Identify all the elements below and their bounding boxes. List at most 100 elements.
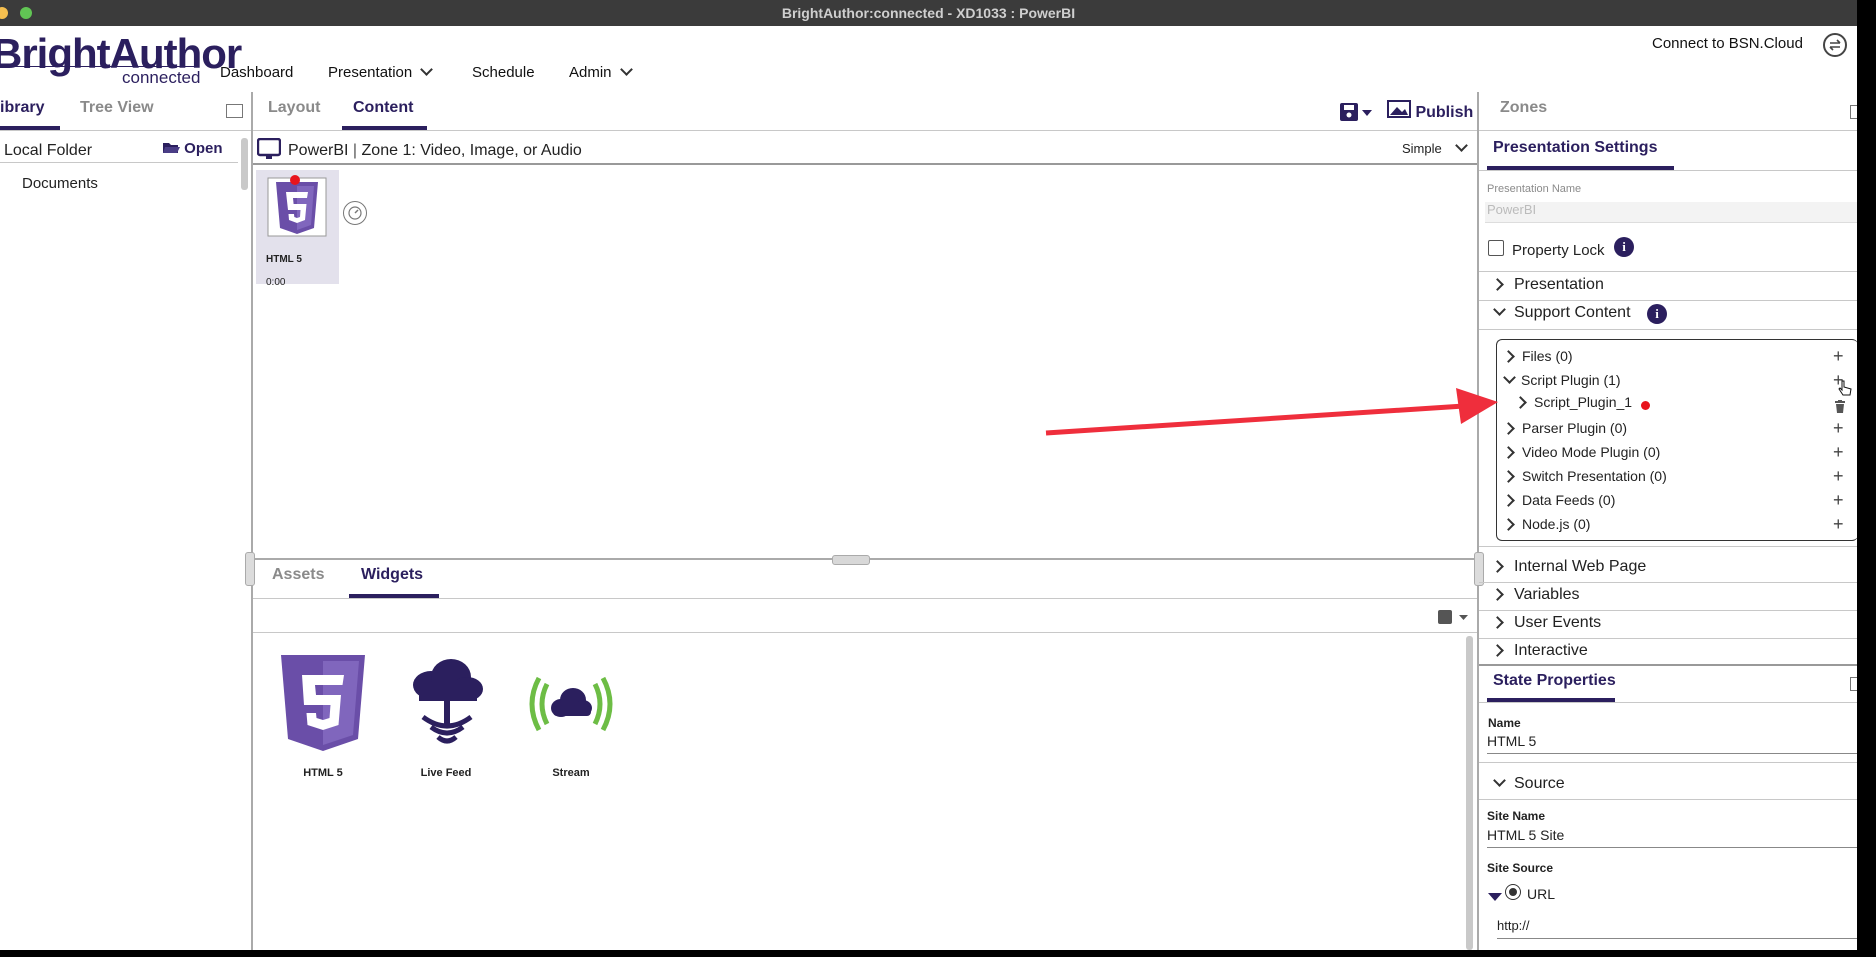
zoom-window-button[interactable] <box>20 7 32 19</box>
chevron-down-icon <box>420 63 434 76</box>
caret-down-icon[interactable] <box>1488 893 1502 901</box>
widget-live-feed[interactable]: Live Feed <box>401 655 491 781</box>
section-internal-web-page[interactable]: Internal Web Page <box>1491 558 1646 576</box>
connection-icon[interactable] <box>1823 33 1847 57</box>
state-tile-html5[interactable]: HTML 5 0:00 <box>256 170 339 288</box>
url-field[interactable]: http:// <box>1497 918 1857 939</box>
section-variables[interactable]: Variables <box>1491 586 1580 604</box>
add-data-feed-button[interactable]: + <box>1833 491 1844 509</box>
support-item-switch-presentation[interactable]: Switch Presentation (0) <box>1502 468 1667 484</box>
tab-library[interactable]: ibrary <box>0 99 44 117</box>
tab-widgets[interactable]: Widgets <box>361 566 423 584</box>
nav-presentation[interactable]: Presentation <box>328 63 434 81</box>
left-panel-divider <box>251 92 253 950</box>
add-file-button[interactable]: + <box>1833 347 1844 365</box>
site-source-label: Site Source <box>1487 861 1554 875</box>
trash-icon[interactable] <box>1834 400 1846 419</box>
view-mode-select[interactable]: Simple <box>1402 139 1469 156</box>
site-name-label: Site Name <box>1487 809 1546 823</box>
scrollbar[interactable] <box>241 138 248 190</box>
widget-stream[interactable]: Stream <box>521 660 621 781</box>
section-divider <box>1479 582 1857 583</box>
property-lock-label: Property Lock <box>1512 242 1605 259</box>
presentation-settings-title: Presentation Settings <box>1493 139 1658 156</box>
section-user-events[interactable]: User Events <box>1491 614 1601 632</box>
view-toggle-icon[interactable] <box>1437 609 1469 630</box>
section-interactive[interactable]: Interactive <box>1491 642 1588 660</box>
header-divider <box>0 130 1857 131</box>
section-divider <box>1479 610 1857 611</box>
tab-layout[interactable]: Layout <box>268 99 320 117</box>
publish-icon <box>1387 100 1411 118</box>
left-resize-handle[interactable] <box>245 552 255 586</box>
info-icon[interactable]: i <box>1647 304 1667 324</box>
zone-header-divider <box>253 163 1477 165</box>
chevron-down-icon <box>1455 139 1469 152</box>
nav-schedule[interactable]: Schedule <box>472 64 535 81</box>
right-panel-divider <box>1477 92 1479 950</box>
support-item-data-feeds[interactable]: Data Feeds (0) <box>1502 492 1615 508</box>
widgets-scrollbar[interactable] <box>1466 636 1473 950</box>
html5-icon <box>281 655 365 751</box>
url-radio-label: URL <box>1527 886 1556 902</box>
url-radio[interactable] <box>1505 884 1521 900</box>
collapse-panel-icon[interactable] <box>226 104 243 118</box>
state-name-field[interactable]: HTML 5 <box>1487 733 1857 754</box>
window-title: BrightAuthor:connected - XD1033 : PowerB… <box>781 5 1076 21</box>
widget-html5[interactable]: HTML 5 <box>278 653 368 781</box>
tab-zones[interactable]: Zones <box>1500 99 1547 117</box>
status-dot <box>290 175 300 185</box>
tab-tree-view[interactable]: Tree View <box>80 99 154 117</box>
widget-label: HTML 5 <box>303 767 343 779</box>
settings-divider <box>1479 170 1857 171</box>
panel-toggle-icon[interactable] <box>1850 105 1857 119</box>
support-item-video-mode-plugin[interactable]: Video Mode Plugin (0) <box>1502 444 1660 460</box>
right-resize-handle[interactable] <box>1474 552 1484 586</box>
add-switch-presentation-button[interactable]: + <box>1833 467 1844 485</box>
widgets-header-divider <box>253 598 1477 599</box>
connect-bsn-button[interactable]: Connect to BSN.Cloud <box>1652 35 1803 52</box>
app-window: BrightAuthor:connected - XD1033 : PowerB… <box>0 0 1857 950</box>
folder-divider <box>0 162 238 163</box>
add-nodejs-button[interactable]: + <box>1833 515 1844 533</box>
timer-icon[interactable] <box>343 201 367 225</box>
chevron-right-icon <box>1491 588 1504 601</box>
support-item-files[interactable]: Files (0) <box>1502 348 1573 364</box>
section-source[interactable]: Source <box>1493 774 1565 793</box>
support-item-nodejs[interactable]: Node.js (0) <box>1502 516 1590 532</box>
stream-icon <box>529 676 613 732</box>
publish-button[interactable]: Publish <box>1387 100 1473 122</box>
support-item-script-plugin[interactable]: Script Plugin (1) <box>1503 371 1621 388</box>
site-name-field[interactable]: HTML 5 Site <box>1487 827 1857 848</box>
nav-dashboard[interactable]: Dashboard <box>220 64 293 81</box>
save-icon[interactable] <box>1339 102 1373 127</box>
panel-toggle-icon[interactable] <box>1850 677 1857 691</box>
tab-library-indicator <box>0 126 60 130</box>
tab-assets[interactable]: Assets <box>272 566 324 584</box>
section-support-content[interactable]: Support Content <box>1493 303 1631 322</box>
section-presentation[interactable]: Presentation <box>1491 276 1604 294</box>
split-drag-handle[interactable] <box>832 555 870 565</box>
local-folder-label: Local Folder <box>4 142 93 159</box>
support-item-parser-plugin[interactable]: Parser Plugin (0) <box>1502 420 1627 436</box>
state-tile-time: 0:00 <box>266 277 286 288</box>
tab-content-indicator <box>342 126 427 130</box>
nav-admin[interactable]: Admin <box>569 63 633 81</box>
add-video-mode-plugin-button[interactable]: + <box>1833 443 1844 461</box>
widget-label: Live Feed <box>420 767 472 779</box>
section-divider <box>1479 329 1857 330</box>
library-item-documents[interactable]: Documents <box>22 175 98 192</box>
chevron-right-icon <box>1502 518 1515 531</box>
tab-content[interactable]: Content <box>353 99 413 117</box>
widget-label: Stream <box>552 767 590 779</box>
section-divider <box>1479 546 1857 547</box>
section-divider <box>1479 271 1857 272</box>
support-content-box <box>1496 339 1857 541</box>
support-item-script-plugin-1[interactable]: Script_Plugin_1 <box>1514 394 1632 410</box>
chevron-right-icon <box>1502 422 1515 435</box>
property-lock-checkbox[interactable] <box>1488 240 1504 256</box>
open-folder-button[interactable]: Open <box>162 140 223 157</box>
info-icon[interactable]: i <box>1614 237 1634 257</box>
chevron-down-icon <box>1493 774 1506 787</box>
add-parser-plugin-button[interactable]: + <box>1833 419 1844 437</box>
